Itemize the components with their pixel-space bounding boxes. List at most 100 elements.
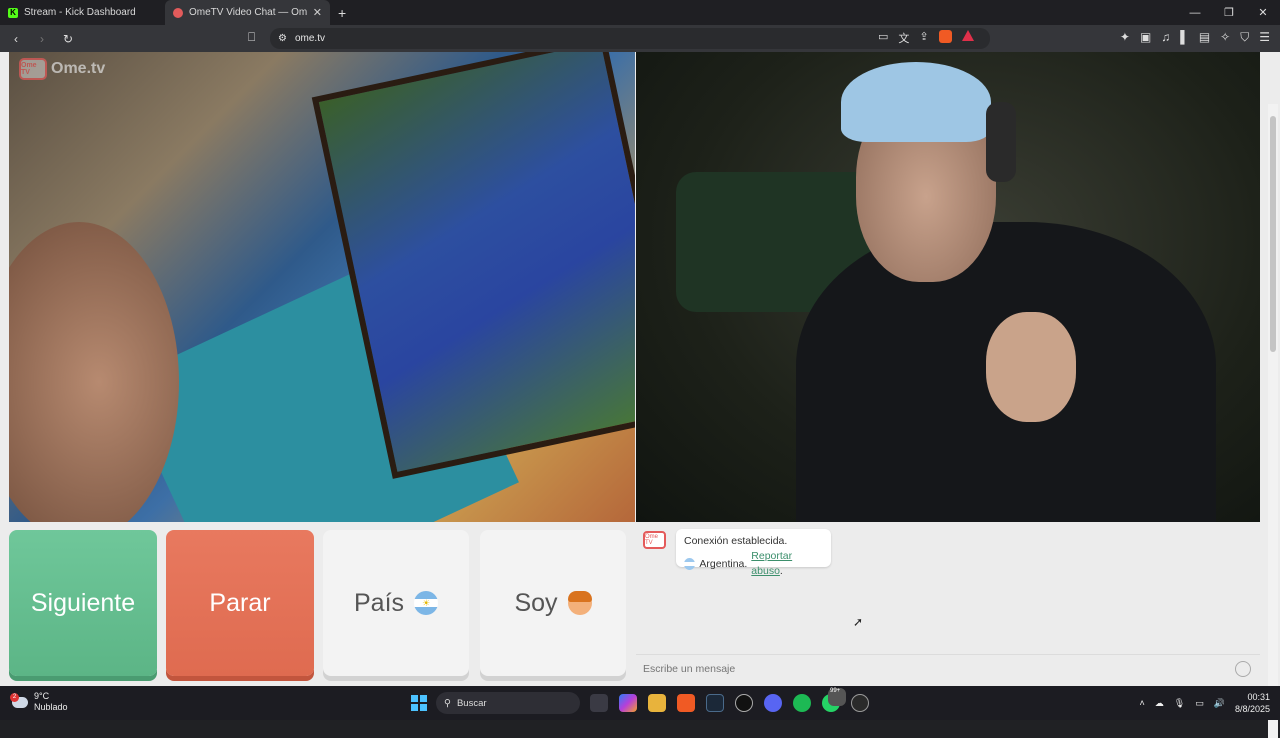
scrollbar-thumb[interactable] [1270, 116, 1276, 352]
cast-icon[interactable]: ▭ [878, 30, 888, 46]
discord-icon[interactable] [764, 694, 782, 712]
search-label: Buscar [456, 697, 487, 709]
leo-icon[interactable]: ✧ [1220, 30, 1230, 45]
brave-rewards-icon[interactable] [961, 30, 974, 41]
next-button[interactable]: Siguiente [9, 530, 157, 676]
chat-panel: Ome TV Conexión establecida. Argentina. … [636, 523, 1260, 685]
ometv-avatar-icon: Ome TV [643, 531, 666, 549]
reload-icon[interactable]: ↻ [58, 32, 78, 46]
country-button[interactable]: País ☀ [323, 530, 469, 676]
extensions-icon[interactable]: ✦ [1120, 30, 1130, 45]
brave-icon[interactable] [677, 694, 695, 712]
cloud-sync-icon[interactable]: ☁ [1155, 698, 1164, 709]
network-icon[interactable]: ▭ [1195, 698, 1204, 709]
whatsapp-badge: 99+ [828, 688, 846, 706]
ometv-favicon-icon [173, 7, 183, 18]
chat-message-input[interactable] [636, 655, 1235, 682]
report-suffix: . [779, 565, 783, 577]
music-icon[interactable]: ♫ [1161, 30, 1170, 45]
stop-label: Parar [209, 588, 271, 617]
g-hub-icon[interactable] [735, 694, 753, 712]
translate-icon[interactable]: 文 [898, 30, 909, 46]
address-bar-actions: ▭ 文 ⇪ [878, 30, 974, 46]
start-icon[interactable] [411, 695, 427, 711]
microphone-icon[interactable]: 🎙 [1174, 698, 1185, 709]
weather-widget[interactable]: 2 9°C Nublado [10, 691, 68, 713]
mouse-cursor-icon: ➚ [853, 615, 864, 629]
taskbar-apps: 99+ [590, 688, 869, 712]
ometv-page: Ome TV Ome.tv Siguiente Parar País ☀ Soy… [0, 52, 1280, 738]
country-row: Argentina. Reportar abuso. [684, 549, 823, 579]
next-label: Siguiente [30, 588, 136, 617]
date: 8/8/2025 [1234, 704, 1270, 714]
windows-taskbar: 2 9°C Nublado ⚲ Buscar 99+ ˄ ☁ 🎙 ▭ 🔊 00:… [0, 686, 1280, 720]
window-controls: — ❐ ✕ [1178, 0, 1280, 25]
wallet-card-icon[interactable]: ▤ [1199, 30, 1210, 45]
task-view-icon[interactable] [590, 694, 608, 712]
menu-icon[interactable]: ☰ [1259, 30, 1270, 45]
ometv-logo-text: Ome.tv [51, 60, 106, 77]
tab-title: Stream - Kick Dashboard [24, 7, 136, 18]
tab-ometv[interactable]: OmeTV Video Chat — Omeg ✕ [165, 0, 330, 25]
whatsapp-icon[interactable]: 99+ [822, 688, 846, 712]
system-message: Conexión establecida. [684, 535, 788, 547]
clock[interactable]: 00:31 8/8/2025 [1235, 691, 1270, 715]
weather-badge: 2 [10, 692, 19, 702]
site-info-icon[interactable]: ⚙ [278, 33, 287, 44]
share-icon[interactable]: ⇪ [919, 30, 928, 46]
search-icon: ⚲ [444, 697, 451, 709]
new-tab-button[interactable]: + [330, 5, 354, 21]
kick-favicon-icon: K [8, 7, 18, 18]
boy-icon [567, 591, 592, 615]
emoji-icon[interactable] [1235, 660, 1251, 677]
tab-kick-dashboard[interactable]: K Stream - Kick Dashboard [0, 0, 165, 25]
steam-icon[interactable] [706, 694, 724, 712]
page-scrollbar[interactable] [1268, 104, 1278, 738]
system-tray: ˄ ☁ 🎙 ▭ 🔊 00:31 8/8/2025 [1140, 691, 1270, 715]
time: 00:31 [1247, 692, 1270, 702]
weather-temp: 9°C [34, 691, 50, 701]
volume-icon[interactable]: 🔊 [1214, 698, 1225, 709]
ometv-tv-icon: Ome TV [19, 58, 47, 80]
self-video [636, 52, 1260, 522]
bookmark-icon[interactable]: ⎕ [248, 30, 255, 45]
chat-input-row [636, 654, 1260, 682]
close-tab-icon[interactable]: ✕ [313, 6, 322, 19]
gender-label: Soy [514, 588, 558, 617]
country-label: País [353, 588, 405, 617]
file-explorer-icon[interactable] [648, 694, 666, 712]
chevron-up-icon[interactable]: ˄ [1140, 698, 1145, 708]
taskbar-search[interactable]: ⚲ Buscar [436, 692, 580, 714]
sidebar-icon[interactable]: ▌ [1180, 30, 1189, 45]
browser-extension-icons: ✦ ▣ ♫ ▌ ▤ ✧ ⛉ ☰ [1120, 30, 1270, 45]
stranger-video: Ome TV Ome.tv [9, 52, 635, 522]
back-icon[interactable]: ‹ [6, 32, 26, 46]
country-name: Argentina. [699, 557, 748, 570]
obs-icon[interactable] [851, 694, 869, 712]
headset [986, 102, 1016, 182]
close-window-icon[interactable]: ✕ [1246, 0, 1280, 25]
brave-shields-icon[interactable] [938, 30, 952, 43]
argentina-flag-icon [684, 558, 696, 570]
forward-icon[interactable]: › [32, 32, 52, 46]
wallet-icon[interactable]: ▣ [1140, 30, 1151, 45]
browser-toolbar: ‹ › ↻ ⎕ ⚙ ome.tv ▭ 文 ⇪ ✦ ▣ ♫ ▌ ▤ ✧ ⛉ ☰ [0, 25, 1280, 52]
ometv-logo: Ome TV Ome.tv [19, 58, 105, 80]
system-message-bubble: Conexión establecida. Argentina. Reporta… [676, 529, 831, 577]
browser-tab-strip: K Stream - Kick Dashboard OmeTV Video Ch… [0, 0, 1280, 25]
argentina-flag-icon: ☀ [414, 591, 439, 615]
copilot-icon[interactable] [619, 694, 637, 712]
cloud-icon: 2 [10, 692, 28, 708]
minimize-icon[interactable]: — [1178, 0, 1212, 25]
restore-icon[interactable]: ❐ [1212, 0, 1246, 25]
vpn-icon[interactable]: ⛉ [1240, 30, 1249, 45]
gender-button[interactable]: Soy [480, 530, 626, 676]
streamer-hand [986, 312, 1076, 422]
tab-title: OmeTV Video Chat — Omeg [189, 7, 307, 18]
spotify-icon[interactable] [793, 694, 811, 712]
stranger-face [9, 222, 179, 522]
stop-button[interactable]: Parar [166, 530, 314, 676]
report-abuse-link[interactable]: Reportar abuso [751, 550, 792, 577]
blue-cap [841, 62, 991, 142]
weather-desc: Nublado [34, 702, 68, 712]
